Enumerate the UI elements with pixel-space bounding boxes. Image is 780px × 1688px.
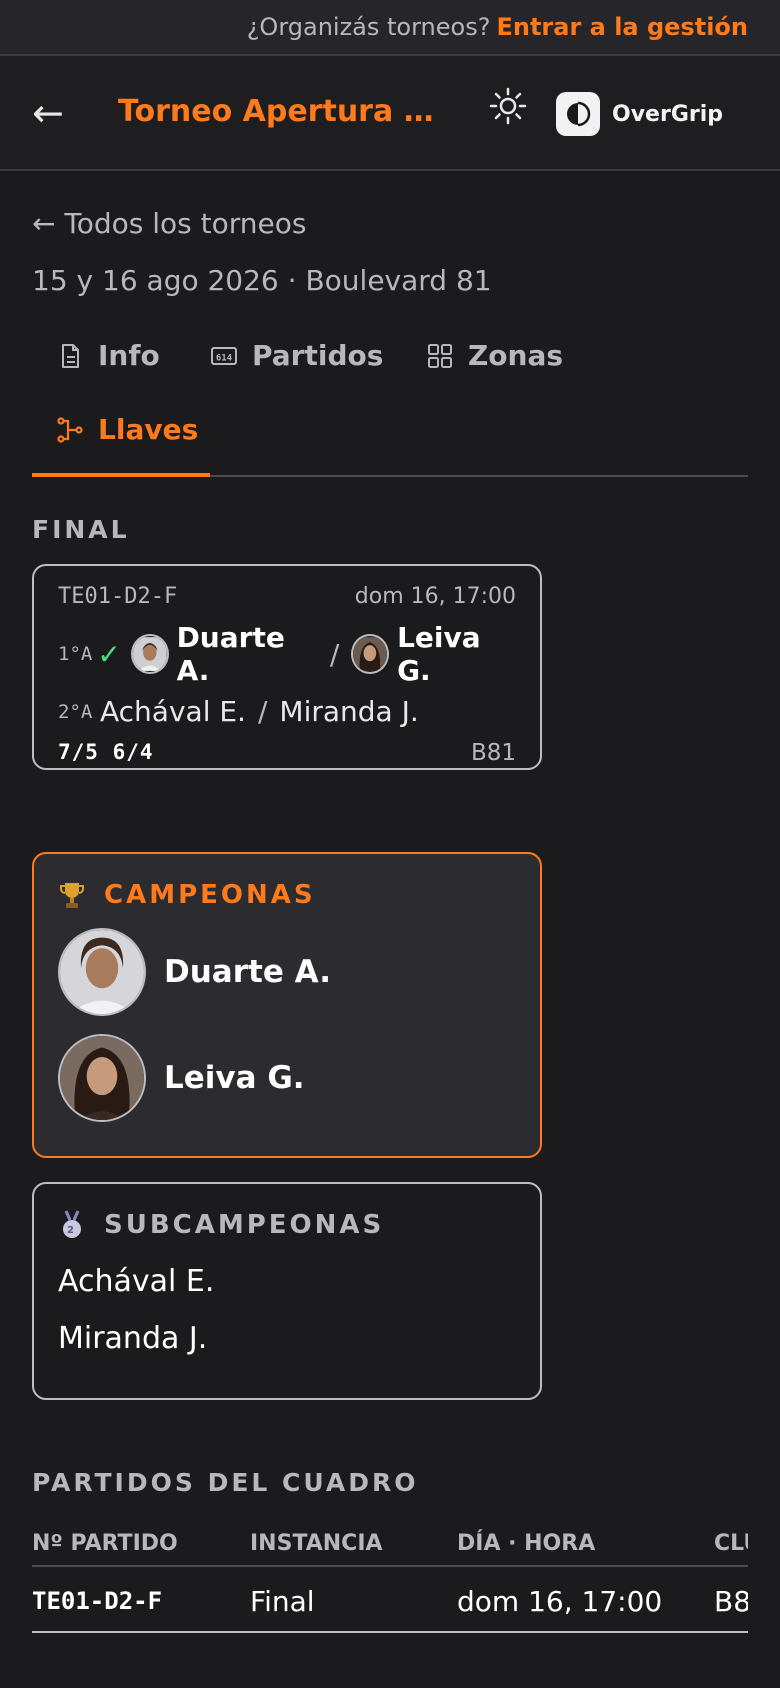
team2-player1: Achával E. [100, 695, 246, 728]
avatar [351, 634, 390, 674]
team2-seed: 2°A [58, 700, 93, 723]
avatar [130, 634, 169, 674]
tournament-title: Torneo Apertura Cl... [118, 94, 438, 129]
runners-up-heading: SUBCAMPEONAS [104, 1210, 385, 1240]
tab-bar: Info 614 Partidos Zonas Llaves [32, 327, 748, 477]
app-header: ← Torneo Apertura Cl... OverGrip [0, 56, 780, 171]
tab-llaves[interactable]: Llaves [56, 413, 198, 446]
champion-row: Duarte A. [58, 928, 516, 1016]
grid-icon [428, 343, 452, 368]
document-icon [62, 343, 79, 368]
team1-player2: Leiva G. [397, 621, 481, 687]
avatar [58, 928, 146, 1016]
champions-heading: CAMPEONAS [104, 880, 316, 910]
team-loser: 2°A Achával E. / Miranda J. [58, 695, 516, 728]
col-day-time: DÍA · HORA [457, 1531, 596, 1556]
match-code: TE01-D2-F [58, 584, 178, 609]
matches-table: Nº PARTIDO INSTANCIA DÍA · HORA CLUB TE0… [32, 1519, 748, 1633]
top-strip: ¿Organizás torneos? Entrar a la gestión [0, 0, 780, 56]
team1-seed: 1°A [58, 643, 93, 665]
final-section-title: FINAL [32, 515, 130, 544]
final-match-card[interactable]: TE01-D2-F dom 16, 17:00 1°A ✓ Duarte A. … [32, 564, 542, 770]
team1-player1: Duarte A. [176, 621, 285, 687]
brand[interactable]: OverGrip [556, 92, 723, 136]
active-tab-indicator [32, 473, 210, 477]
medal-icon: 2 [63, 1210, 81, 1238]
match-court: B81 [470, 740, 516, 766]
team2-player2: Miranda J. [279, 695, 419, 728]
tab-info[interactable]: Info [56, 339, 160, 372]
team-separator: / [257, 695, 268, 728]
bracket-matches-title: PARTIDOS DEL CUADRO [32, 1468, 419, 1497]
col-club: CLUB [714, 1531, 748, 1556]
tab-zonas[interactable]: Zonas [426, 339, 563, 372]
scoreboard-icon: 614 [211, 346, 237, 365]
row-club: B81 [714, 1585, 748, 1618]
team-winner: 1°A ✓ Duarte A. / Leiva G. [58, 621, 516, 687]
runner-up-name-1: Achával E. [58, 1264, 215, 1299]
svg-text:2: 2 [67, 1225, 77, 1236]
champion-name-1: Duarte A. [164, 954, 331, 990]
row-match-code: TE01-D2-F [32, 1587, 163, 1615]
match-datetime: dom 16, 17:00 [354, 584, 516, 609]
back-arrow-icon[interactable]: ← [32, 86, 76, 140]
col-instance: INSTANCIA [250, 1531, 383, 1556]
row-instance: Final [250, 1585, 315, 1618]
tab-zonas-label: Zonas [468, 339, 564, 372]
runners-up-card: 2 SUBCAMPEONAS Achával E. Miranda J. [32, 1182, 542, 1400]
col-match-number: Nº PARTIDO [32, 1531, 178, 1556]
event-meta: 15 y 16 ago 2026 · Boulevard 81 [32, 264, 492, 297]
theme-toggle-sun-icon[interactable] [488, 86, 528, 126]
svg-text:614: 614 [216, 353, 233, 363]
team-separator: / [329, 637, 340, 671]
tab-info-label: Info [98, 339, 160, 372]
all-tournaments-link[interactable]: ← Todos los torneos [32, 207, 748, 240]
management-login-link[interactable]: Entrar a la gestión [496, 13, 748, 41]
table-row[interactable]: TE01-D2-F Final dom 16, 17:00 B81 [32, 1567, 748, 1633]
runner-up-name-2: Miranda J. [58, 1321, 208, 1356]
match-score: 7/5 6/4 [58, 740, 154, 764]
champion-name-2: Leiva G. [164, 1060, 305, 1096]
avatar [58, 1034, 146, 1122]
overgrip-logo-icon [556, 92, 600, 136]
winner-check-icon: ✓ [97, 637, 121, 671]
tab-partidos-label: Partidos [252, 339, 384, 372]
tab-llaves-label: Llaves [98, 413, 199, 446]
tab-partidos[interactable]: 614 Partidos [210, 339, 383, 372]
bracket-icon [57, 416, 83, 443]
brand-name: OverGrip [612, 101, 724, 127]
table-header: Nº PARTIDO INSTANCIA DÍA · HORA CLUB [32, 1519, 748, 1567]
organizer-question: ¿Organizás torneos? [246, 13, 491, 41]
trophy-icon [60, 883, 84, 908]
champions-card: CAMPEONAS Duarte A. Leiva G. [32, 852, 542, 1158]
row-day-time: dom 16, 17:00 [457, 1585, 663, 1618]
champion-row: Leiva G. [58, 1034, 516, 1122]
